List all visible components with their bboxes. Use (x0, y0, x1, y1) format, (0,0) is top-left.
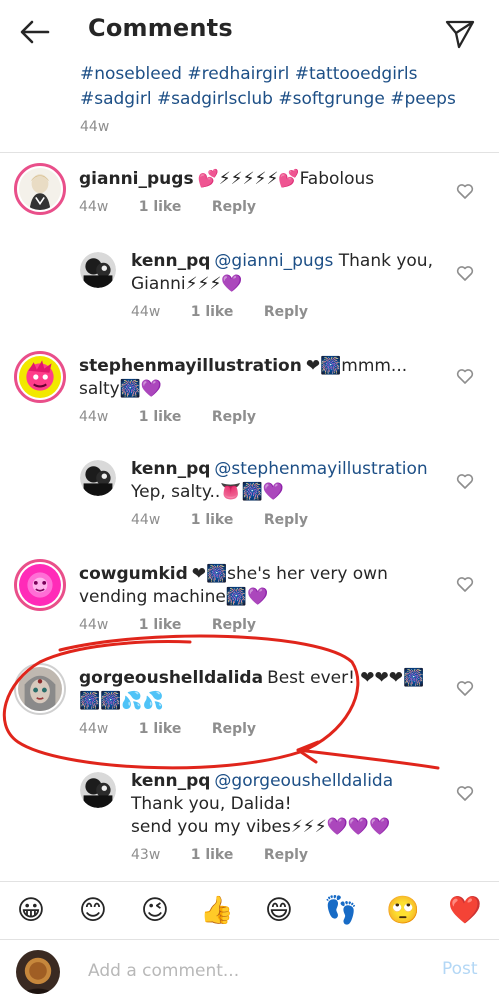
reply-button[interactable]: Reply (264, 304, 308, 320)
caption-timestamp: 44w (80, 119, 110, 135)
reply-button[interactable]: Reply (264, 512, 308, 528)
comment-body: kenn_pq @gorgeoushelldalida Thank you, Da… (131, 770, 446, 867)
reply-button[interactable]: Reply (212, 617, 256, 633)
comment-username[interactable]: kenn_pq (131, 251, 210, 271)
avatar[interactable] (14, 663, 66, 715)
comment-time: 44w (131, 512, 161, 528)
smiling-face-emoji-button[interactable]: 😊 (76, 894, 110, 928)
comment-body: gianni_pugs 💕⚡⚡⚡⚡⚡💕Fabolous 44w 1 like Re… (79, 168, 434, 219)
comment-username[interactable]: kenn_pq (131, 459, 210, 479)
avatar[interactable] (14, 163, 66, 215)
like-count[interactable]: 1 like (191, 847, 234, 863)
avatar-image (19, 356, 61, 398)
comment-username[interactable]: stephenmayillustration (79, 356, 302, 376)
grinning-eyes-emoji-button[interactable]: 😄 (262, 894, 296, 928)
heart-outline-icon[interactable] (456, 785, 474, 801)
heart-outline-icon[interactable] (456, 680, 474, 696)
mention-link[interactable]: @stephenmayillustration (214, 459, 427, 479)
comment-text: 💕⚡⚡⚡⚡⚡💕Fabolous (197, 169, 375, 189)
comment-body: gorgeoushelldalida Best ever! ❤❤❤🎆🎆🎆💦💦 44… (79, 667, 434, 741)
comment-composer: Post (0, 939, 499, 1000)
top-bar: Comments (0, 0, 499, 62)
comment-body: kenn_pq @stephenmayillustration Yep, salt… (131, 458, 446, 532)
comment-body: stephenmayillustration ❤🎆mmm... salty🎆💜 4… (79, 355, 434, 429)
caption-hashtags[interactable]: #nosebleed #redhairgirl #tattooedgirls #… (80, 62, 480, 112)
like-count[interactable]: 1 like (191, 304, 234, 320)
avatar-image (16, 950, 60, 994)
heart-outline-icon[interactable] (456, 576, 474, 592)
avatar[interactable] (14, 351, 66, 403)
comment-username[interactable]: kenn_pq (131, 771, 210, 791)
comment-username[interactable]: gianni_pugs (79, 169, 194, 189)
comment-text: Yep, salty..👅🎆💜 (131, 482, 284, 502)
heart-outline-icon[interactable] (456, 183, 474, 199)
avatar-image (80, 772, 116, 808)
avatar[interactable] (80, 460, 116, 496)
comment-time: 44w (79, 409, 109, 425)
comment-time: 44w (79, 721, 109, 737)
avatar-image (19, 168, 61, 210)
eye-roll-emoji-button[interactable]: 🙄 (386, 894, 420, 928)
paper-plane-icon (445, 20, 475, 49)
heart-outline-icon[interactable] (456, 473, 474, 489)
comment-time: 44w (79, 617, 109, 633)
like-count[interactable]: 1 like (139, 617, 182, 633)
comment-time: 44w (131, 304, 161, 320)
post-caption: #nosebleed #redhairgirl #tattooedgirls #… (80, 62, 480, 135)
red-heart-emoji-button[interactable]: ❤️ (448, 894, 482, 928)
like-count[interactable]: 1 like (191, 512, 234, 528)
current-user-avatar (16, 950, 60, 994)
mention-link[interactable]: @gorgeoushelldalida (214, 771, 393, 791)
avatar-image (80, 252, 116, 288)
comment-body: cowgumkid ❤🎆she's her very own vending ma… (79, 563, 434, 637)
reply-button[interactable]: Reply (212, 199, 256, 215)
like-count[interactable]: 1 like (139, 199, 182, 215)
thumbs-up-emoji-button[interactable]: 👍 (200, 894, 234, 928)
heart-outline-icon[interactable] (456, 265, 474, 281)
heart-outline-icon[interactable] (456, 368, 474, 384)
back-button[interactable] (14, 14, 54, 50)
comment-time: 43w (131, 847, 161, 863)
avatar[interactable] (80, 772, 116, 808)
comment-username[interactable]: gorgeoushelldalida (79, 668, 263, 688)
like-count[interactable]: 1 like (139, 721, 182, 737)
share-button[interactable] (442, 14, 478, 50)
winking-face-emoji-button[interactable]: 😉 (138, 894, 172, 928)
avatar-image (18, 667, 62, 711)
comment-username[interactable]: cowgumkid (79, 564, 188, 584)
avatar-image (80, 460, 116, 496)
comment-time: 44w (79, 199, 109, 215)
reply-button[interactable]: Reply (212, 409, 256, 425)
comment-input[interactable] (88, 956, 418, 986)
footprints-emoji-button[interactable]: 👣 (324, 894, 358, 928)
grinning-face-emoji-button[interactable]: 😀 (14, 894, 48, 928)
emoji-quick-bar: 😀 😊 😉 👍 😄 👣 🙄 ❤️ (0, 881, 499, 939)
avatar[interactable] (80, 252, 116, 288)
comment-text-line2: send you my vibes⚡⚡⚡💜💜💜 (131, 817, 391, 837)
comment-text: Thank you, Dalida! (131, 794, 292, 814)
post-button[interactable]: Post (442, 959, 478, 979)
page-title: Comments (88, 14, 233, 42)
comment-body: kenn_pq @gianni_pugs Thank you, Gianni⚡⚡⚡… (131, 250, 446, 324)
avatar-image (19, 564, 61, 606)
caption-divider (0, 152, 499, 153)
reply-button[interactable]: Reply (264, 847, 308, 863)
arrow-left-icon (20, 20, 50, 44)
avatar[interactable] (14, 559, 66, 611)
like-count[interactable]: 1 like (139, 409, 182, 425)
mention-link[interactable]: @gianni_pugs (214, 251, 333, 271)
reply-button[interactable]: Reply (212, 721, 256, 737)
